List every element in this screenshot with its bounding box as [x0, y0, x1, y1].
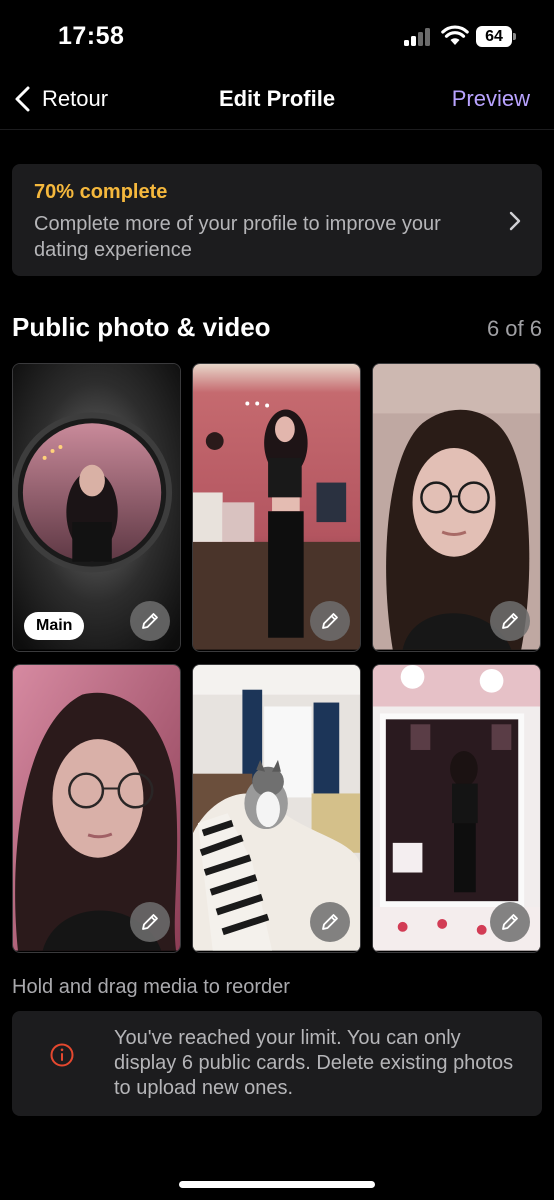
photo-tile-2[interactable] [192, 363, 361, 652]
media-count: 6 of 6 [486, 316, 542, 341]
info-icon [50, 1043, 74, 1067]
battery-level: 64 [476, 26, 512, 47]
profile-completion-card[interactable]: 70% complete Complete more of your profi… [12, 164, 542, 276]
pencil-icon [142, 914, 158, 930]
status-bar: 17:58 64 [0, 0, 554, 72]
media-section-title: Public photo & video [12, 312, 271, 342]
reorder-hint: Hold and drag media to reorder [12, 976, 290, 998]
edit-photo-button[interactable] [490, 601, 530, 641]
main-badge: Main [24, 612, 85, 640]
edit-photo-button[interactable] [310, 601, 350, 641]
preview-button[interactable]: Preview [452, 86, 530, 112]
photo-tile-3[interactable] [372, 363, 541, 652]
limit-notice: You've reached your limit. You can only … [12, 1011, 542, 1116]
completion-percent: 70% complete [34, 181, 168, 203]
pencil-icon [322, 914, 338, 930]
photo-tile-6[interactable] [372, 664, 541, 953]
status-time: 17:58 [58, 22, 125, 50]
limit-message: You've reached your limit. You can only … [114, 1027, 514, 1099]
edit-photo-button[interactable] [130, 902, 170, 942]
photo-tile-5[interactable] [192, 664, 361, 953]
wifi-icon [441, 25, 469, 45]
edit-photo-button[interactable] [490, 902, 530, 942]
pencil-icon [502, 914, 518, 930]
pencil-icon [322, 613, 338, 629]
cellular-signal-icon [404, 28, 434, 46]
pencil-icon [502, 613, 518, 629]
photo-tile-4[interactable] [12, 664, 181, 953]
edit-photo-button[interactable] [310, 902, 350, 942]
edit-photo-button[interactable] [130, 601, 170, 641]
pencil-icon [142, 613, 158, 629]
completion-description: Complete more of your profile to improve… [34, 213, 441, 261]
chevron-right-icon [509, 211, 521, 231]
home-indicator[interactable] [179, 1181, 375, 1188]
nav-bar: Retour Edit Profile Preview [0, 72, 554, 130]
photo-tile-1[interactable]: Main [12, 363, 181, 652]
battery-icon: 64 [476, 26, 516, 47]
